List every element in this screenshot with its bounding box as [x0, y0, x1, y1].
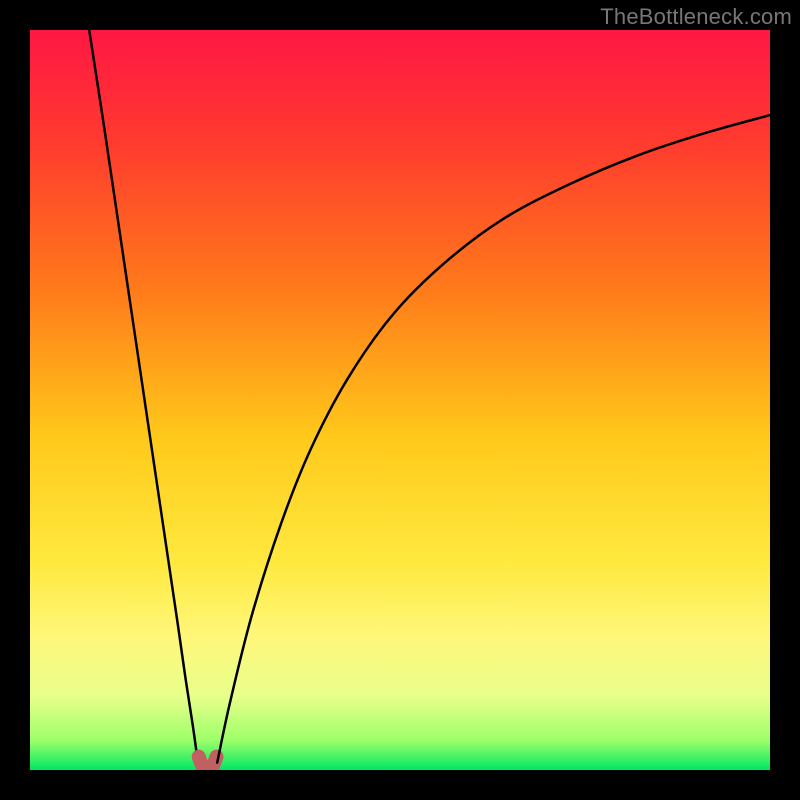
watermark-text: TheBottleneck.com [600, 4, 792, 30]
gradient-background [30, 30, 770, 770]
plot-area [30, 30, 770, 770]
chart-frame: TheBottleneck.com [0, 0, 800, 800]
bottleneck-curve-chart [30, 30, 770, 770]
